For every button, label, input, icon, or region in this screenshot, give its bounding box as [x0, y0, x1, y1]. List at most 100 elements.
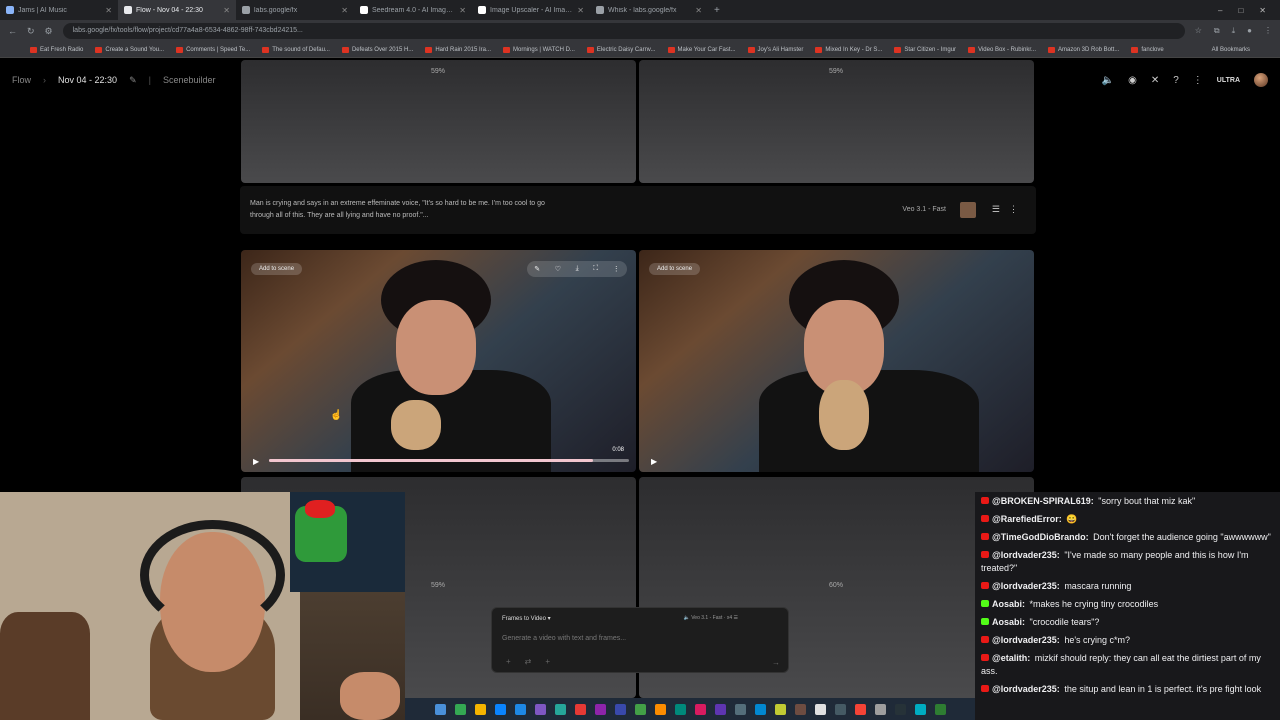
taskbar-app-icon[interactable] [514, 703, 526, 715]
taskbar-app-icon[interactable] [594, 703, 606, 715]
close-tab-icon[interactable]: ✕ [105, 6, 112, 15]
video-progress-bar[interactable] [269, 459, 629, 462]
taskbar-app-icon[interactable] [614, 703, 626, 715]
bookmark-item[interactable]: Create a Sound You... [95, 46, 164, 53]
browser-tab[interactable]: Image Upscaler - AI Image Ups ✕ [472, 0, 590, 20]
taskbar-app-icon[interactable] [474, 703, 486, 715]
taskbar-app-icon[interactable] [694, 703, 706, 715]
play-icon[interactable]: ▶ [253, 457, 259, 466]
taskbar-app-icon[interactable] [914, 703, 926, 715]
taskbar-app-icon[interactable] [634, 703, 646, 715]
extensions-icon[interactable]: ⧉ [1214, 26, 1220, 36]
close-tab-icon[interactable]: ✕ [695, 6, 702, 15]
add-last-frame-icon[interactable]: + [545, 657, 550, 666]
taskbar-app-icon[interactable] [934, 703, 946, 715]
bookmark-item[interactable]: Hard Rain 2015 Ira... [425, 46, 491, 53]
reuse-prompt-icon[interactable]: ☰ [992, 204, 1000, 215]
taskbar-app-icon[interactable] [754, 703, 766, 715]
fullscreen-icon[interactable]: ⛶ [593, 265, 598, 273]
bookmark-item[interactable]: Defeats Over 2015 H... [341, 46, 413, 53]
heart-icon[interactable]: ♡ [555, 265, 561, 273]
taskbar-app-icon[interactable] [454, 703, 466, 715]
taskbar-app-icon[interactable] [814, 703, 826, 715]
bookmark-item[interactable]: fanclove [1131, 46, 1164, 53]
taskbar-app-icon[interactable] [774, 703, 786, 715]
more-icon[interactable]: ⋮ [613, 265, 620, 273]
generation-tile[interactable]: 59% [241, 60, 636, 183]
x-icon[interactable]: ✕ [1151, 75, 1159, 86]
site-info-icon[interactable]: ⚙ [45, 26, 53, 37]
taskbar-app-icon[interactable] [674, 703, 686, 715]
volume-icon[interactable]: 🔈 [1102, 75, 1114, 86]
bookmark-item[interactable]: Amazon 3D Rob Bott... [1047, 46, 1119, 53]
download-icon[interactable]: ⤓ [1232, 26, 1236, 36]
taskbar-app-icon[interactable] [834, 703, 846, 715]
scenebuilder-link[interactable]: Scenebuilder [163, 75, 216, 85]
bookmark-item[interactable]: Video Box - Rubinkr... [968, 46, 1036, 53]
bookmark-item[interactable]: Comments | Speed Te... [176, 46, 250, 53]
mode-selector[interactable]: Frames to Video ▾ [502, 615, 551, 622]
url-field[interactable]: labs.google/fx/tools/flow/project/cd77a4… [62, 23, 1185, 39]
taskbar-app-icon[interactable] [654, 703, 666, 715]
taskbar-app-icon[interactable] [494, 703, 506, 715]
reload-icon[interactable]: ↻ [27, 26, 35, 37]
browser-tab[interactable]: Seedream 4.0 - AI Image Gene ✕ [354, 0, 472, 20]
profile-icon[interactable]: ● [1247, 26, 1252, 36]
minimize-icon[interactable]: – [1218, 6, 1222, 15]
edit-icon[interactable]: ✎ [534, 265, 540, 273]
browser-tab[interactable]: labs.google/fx ✕ [236, 0, 354, 20]
avatar[interactable] [1254, 73, 1268, 87]
breadcrumb-root[interactable]: Flow [12, 75, 31, 85]
browser-tab[interactable]: Whisk - labs.google/fx ✕ [590, 0, 708, 20]
model-selector[interactable]: 🔈 Veo 3.1 - Fast · x4 ☰ [684, 615, 738, 621]
new-tab-button[interactable]: + [708, 5, 726, 16]
close-tab-icon[interactable]: ✕ [223, 6, 230, 15]
generation-tile[interactable]: 59% [639, 60, 1034, 183]
bookmark-item[interactable]: Mornings | WATCH D... [503, 46, 575, 53]
close-tab-icon[interactable]: ✕ [577, 6, 584, 15]
add-first-frame-icon[interactable]: + [506, 657, 511, 666]
help-icon[interactable]: ? [1173, 75, 1179, 86]
close-tab-icon[interactable]: ✕ [341, 6, 348, 15]
close-window-icon[interactable]: ✕ [1259, 6, 1266, 15]
browser-tab[interactable]: Jams | AI Music ✕ [0, 0, 118, 20]
maximize-icon[interactable]: □ [1238, 6, 1243, 15]
star-icon[interactable]: ☆ [1195, 26, 1202, 36]
bookmark-item[interactable]: Joy's Ali Hamster [747, 46, 803, 53]
taskbar-app-icon[interactable] [794, 703, 806, 715]
bookmark-item[interactable]: Electric Daisy Carnv... [586, 46, 656, 53]
bookmark-item[interactable]: Mixed In Key - Dr S... [815, 46, 882, 53]
bookmark-item[interactable]: Eat Fresh Radio [30, 46, 83, 53]
taskbar-app-icon[interactable] [874, 703, 886, 715]
bookmark-item[interactable]: Make Your Car Fast... [667, 46, 736, 53]
taskbar-app-icon[interactable] [714, 703, 726, 715]
taskbar-app-icon[interactable] [434, 703, 446, 715]
swap-icon[interactable]: ⇄ [525, 657, 532, 666]
more-icon[interactable]: ⋮ [1193, 75, 1203, 86]
discord-icon[interactable]: ◉ [1128, 75, 1137, 86]
reference-thumbnail[interactable] [960, 202, 976, 218]
taskbar-app-icon[interactable] [854, 703, 866, 715]
taskbar-app-icon[interactable] [894, 703, 906, 715]
menu-icon[interactable]: ⋮ [1264, 26, 1272, 36]
taskbar-app-icon[interactable] [574, 703, 586, 715]
add-to-scene-button[interactable]: Add to scene [649, 263, 701, 275]
taskbar-app-icon[interactable] [554, 703, 566, 715]
taskbar-app-icon[interactable] [734, 703, 746, 715]
send-icon[interactable]: → [772, 658, 780, 667]
browser-tab[interactable]: Flow - Nov 04 - 22:30 ✕ [118, 0, 236, 20]
close-tab-icon[interactable]: ✕ [459, 6, 466, 15]
bookmark-item[interactable]: Star Citizen - Imgur [894, 46, 956, 53]
edit-pencil-icon[interactable]: ✎ [129, 75, 137, 86]
play-icon[interactable]: ▶ [651, 457, 657, 466]
more-options-icon[interactable]: ⋮ [1009, 204, 1018, 215]
back-icon[interactable]: ← [8, 26, 17, 36]
all-bookmarks-button[interactable]: All Bookmarks [1212, 47, 1250, 53]
download-icon[interactable]: ⤓ [576, 265, 579, 273]
video-tile[interactable]: Add to scene ✎ ♡ ⤓ ⛶ ⋮ ▶ 0:08 [241, 250, 636, 472]
taskbar-app-icon[interactable] [534, 703, 546, 715]
add-to-scene-button[interactable]: Add to scene [251, 263, 303, 275]
video-tile[interactable]: Add to scene ▶ [639, 250, 1034, 472]
prompt-input[interactable]: Generate a video with text and frames... [502, 635, 626, 642]
bookmark-item[interactable]: The sound of Defau... [262, 46, 330, 53]
